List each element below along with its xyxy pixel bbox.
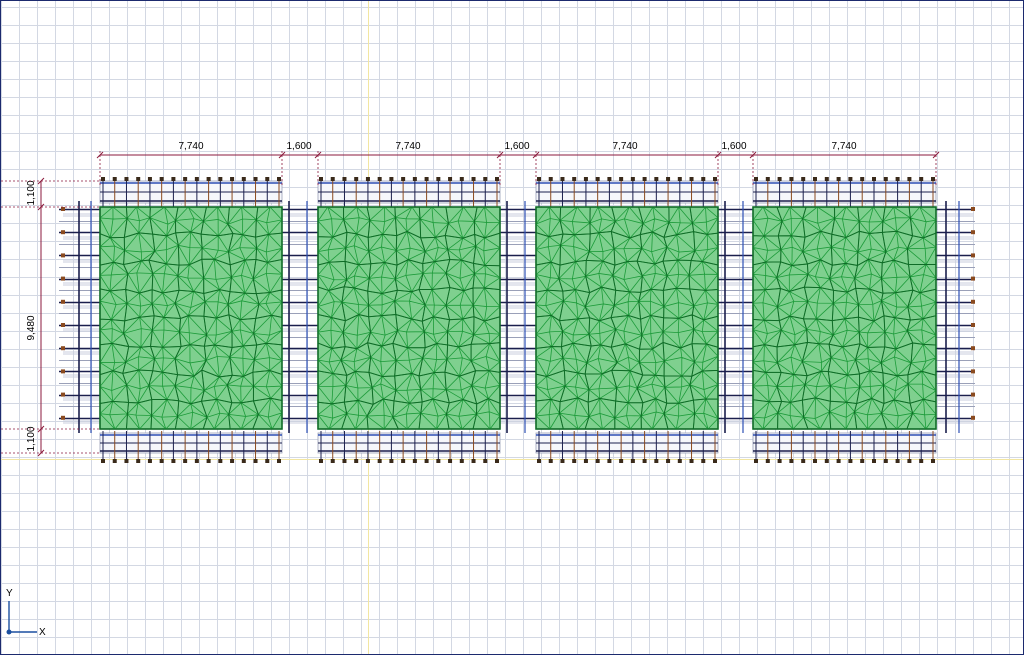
plan-drawing[interactable]: 7,740 1,600 7,740 1,600 7,740 1,600 7,74…: [1, 1, 1023, 654]
edge-post: [61, 230, 65, 235]
edge-post: [971, 369, 975, 374]
edge-post: [61, 323, 65, 327]
edge-post: [971, 207, 975, 211]
edge-post: [971, 276, 975, 281]
dim-label-h4: 1,600: [504, 141, 529, 152]
edge-post: [971, 230, 975, 235]
slab-mesh-2: [317, 206, 501, 430]
edge-post: [61, 253, 65, 258]
drawing-viewport[interactable]: 7,740 1,600 7,740 1,600 7,740 1,600 7,74…: [0, 0, 1024, 655]
dim-label-h6: 1,600: [721, 141, 746, 152]
edge-post: [971, 392, 975, 397]
dim-label-h7: 7,740: [831, 141, 856, 152]
top-strip: [99, 177, 283, 211]
top-strip: [535, 177, 719, 211]
edge-post: [61, 299, 65, 304]
dim-label-h2: 1,600: [286, 141, 311, 152]
edge-post: [61, 276, 65, 281]
top-strip: [317, 177, 501, 211]
edge-post: [971, 253, 975, 258]
dim-label-h1: 7,740: [178, 141, 203, 152]
dim-label-v2: 9,480: [26, 315, 37, 340]
edge-post: [61, 392, 65, 397]
axis-x-label: X: [39, 627, 46, 638]
dim-label-v1: 1,100: [26, 180, 37, 205]
axis-origin: [6, 629, 12, 635]
edge-post: [61, 346, 65, 351]
dim-label-h5: 7,740: [612, 141, 637, 152]
edge-post: [971, 415, 975, 420]
bottom-strip: [535, 431, 719, 463]
slab-mesh-4: [752, 206, 937, 430]
edge-post: [61, 369, 65, 374]
top-strip: [752, 177, 937, 211]
bottom-strip: [317, 431, 501, 463]
edge-post: [971, 299, 975, 304]
axis-y-label: Y: [6, 588, 13, 599]
slab-mesh-3: [535, 206, 719, 430]
edge-post: [61, 207, 65, 211]
edge-post: [971, 346, 975, 351]
slab-mesh-1: [99, 206, 283, 430]
dim-label-h3: 7,740: [395, 141, 420, 152]
bottom-strip: [752, 431, 937, 463]
bottom-strip: [99, 431, 283, 463]
edge-post: [61, 415, 65, 420]
dim-label-v3: 1,100: [26, 426, 37, 451]
coordinate-axis-icon: Y X: [6, 588, 46, 638]
edge-post: [971, 323, 975, 327]
